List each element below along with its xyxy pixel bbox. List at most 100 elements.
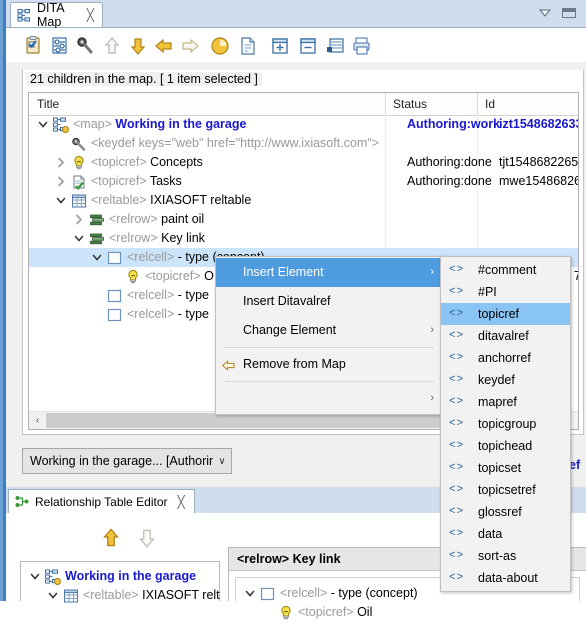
minimize-icon[interactable] [562, 8, 576, 18]
new-topic-icon[interactable] [236, 34, 260, 58]
list-item[interactable]: <topicref> Oil [236, 603, 579, 622]
tree-node-label: <keydef keys="web" href="http://www.ixia… [91, 134, 379, 153]
list-item[interactable]: <reltable> IXIASOFT relt [21, 586, 220, 605]
menu-item-insert-element[interactable]: Insert Element › [216, 258, 443, 287]
relcell-icon [260, 586, 276, 602]
move-up-icon[interactable] [100, 34, 124, 58]
tab-dita-map[interactable]: DITA Map ╳ [10, 1, 103, 29]
menu-item-label: Remove from Map [243, 357, 346, 371]
submenu-item-topicset[interactable]: <> topicset [441, 457, 570, 479]
promote-left-icon[interactable] [152, 34, 176, 58]
table-row[interactable]: <keydef keys="web" href="http://www.ixia… [29, 134, 578, 153]
refresh-clock-icon[interactable] [208, 34, 232, 58]
cell-id: izt1548682633… [499, 117, 578, 131]
menu-item-insert-ditavalref[interactable]: Insert Ditavalref [216, 287, 443, 316]
column-header-id[interactable]: Id [477, 93, 578, 115]
column-header-status[interactable]: Status [385, 93, 477, 115]
reltable-icon [63, 588, 79, 604]
tree-node-label: <topicref> Tasks [91, 172, 182, 191]
map-selector[interactable]: Working in the garage... [Authoring· ∨ [22, 448, 232, 474]
element-brackets-icon: <> [449, 286, 465, 298]
validate-map-icon[interactable] [22, 34, 46, 58]
tree-node-label: <reltable> IXIASOFT reltable [91, 191, 251, 210]
scroll-left-button[interactable]: ‹ [29, 412, 46, 429]
submenu-item-mapref[interactable]: <> mapref [441, 391, 570, 413]
node-title: Oil [357, 605, 373, 619]
close-icon[interactable]: ╳ [178, 496, 185, 508]
table-row[interactable]: <reltable> IXIASOFT reltable [29, 191, 578, 210]
chevron-right-icon[interactable] [73, 213, 85, 226]
tree-node-label: <relrow> paint oil [109, 210, 204, 229]
submenu-item-sort-as[interactable]: <> sort-as [441, 545, 570, 567]
submenu-item-pi[interactable]: <> #PI [441, 281, 570, 303]
table-row[interactable]: <topicref> Tasks Authoring:done mwe1548682… [29, 172, 578, 191]
chevron-down-icon[interactable] [55, 194, 67, 207]
move-up-icon[interactable] [98, 525, 124, 554]
submenu-item-label: topicref [478, 307, 519, 321]
remove-arrow-icon [220, 356, 238, 373]
relcell-icon [107, 288, 123, 304]
chevron-right-icon[interactable] [55, 175, 67, 188]
search-key-icon[interactable] [74, 34, 98, 58]
context-menu[interactable]: Insert Element › Insert Ditavalref Chang… [215, 256, 444, 415]
table-row[interactable]: <relrow> Key link [29, 229, 578, 248]
submenu-item-label: sort-as [478, 549, 517, 563]
chevron-right-icon[interactable] [55, 156, 67, 169]
reorder-buttons [98, 525, 168, 551]
submenu-item-topicgroup[interactable]: <> topicgroup [441, 413, 570, 435]
move-down-icon[interactable] [126, 34, 150, 58]
cell-status: Authoring:done [407, 155, 492, 169]
submenu-item-ditavalref[interactable]: <> ditavalref [441, 325, 570, 347]
move-down-icon[interactable] [134, 525, 160, 554]
insert-row-icon[interactable] [324, 34, 348, 58]
submenu-item-label: #comment [478, 263, 537, 277]
column-header-title[interactable]: Title [29, 93, 385, 115]
node-title: Working in the garage [115, 117, 247, 131]
chevron-down-icon[interactable] [244, 587, 256, 600]
demote-right-icon[interactable] [178, 34, 202, 58]
list-item[interactable]: Working in the garage [21, 567, 219, 586]
submenu-item-label: topicsetref [478, 483, 536, 497]
chevron-down-icon[interactable] [29, 570, 41, 583]
submenu-item-topicsetref[interactable]: <> topicsetref [441, 479, 570, 501]
submenu-item-topichead[interactable]: <> topichead [441, 435, 570, 457]
tab-relationship-table-editor[interactable]: Relationship Table Editor ╳ [8, 489, 195, 513]
print-icon[interactable] [350, 34, 374, 58]
submenu-item-anchorref[interactable]: <> anchorref [441, 347, 570, 369]
menu-item-label: Insert Ditavalref [243, 294, 331, 308]
filter-icon[interactable] [48, 34, 72, 58]
submenu-item-comment[interactable]: <> #comment [441, 259, 570, 281]
insert-element-submenu[interactable]: <> #comment <> #PI <> topicref <> ditavalref <> a… [440, 256, 571, 592]
chevron-down-icon[interactable] [91, 251, 103, 264]
chevron-down-icon[interactable] [73, 232, 85, 245]
chevron-down-icon[interactable]: ∨ [213, 456, 231, 467]
node-title: - type [177, 307, 209, 321]
submenu-item-data[interactable]: <> data [441, 523, 570, 545]
menu-item-oxygen-editor[interactable]: › [216, 384, 443, 413]
chevron-down-icon[interactable] [538, 7, 552, 17]
chevron-down-icon[interactable] [37, 118, 49, 131]
element-brackets-icon: <> [449, 330, 465, 342]
collapse-all-icon[interactable] [296, 34, 320, 58]
submenu-item-keydef[interactable]: <> keydef [441, 369, 570, 391]
chevron-down-icon[interactable] [47, 589, 59, 602]
element-tag: <relcell> [127, 307, 175, 321]
table-row[interactable]: <map> Working in the garage Authoring:wor… [29, 115, 578, 134]
map-combo[interactable]: Working in the garage... [Authoring· ∨ [22, 448, 232, 474]
menu-item-remove-from-map[interactable]: Remove from Map [216, 350, 443, 379]
element-brackets-icon: <> [449, 572, 465, 584]
tree-node-label: Working in the garage [65, 567, 196, 586]
node-title: Key link [161, 231, 205, 245]
chevron-right-icon: › [430, 324, 434, 336]
menu-item-change-element[interactable]: Change Element › [216, 316, 443, 345]
table-row[interactable]: <topicref> Concepts Authoring:done tjt1548… [29, 153, 578, 172]
submenu-item-glossref[interactable]: <> glossref [441, 501, 570, 523]
relationship-left-tree[interactable]: Working in the garage <reltable> IXIASOFT… [20, 561, 220, 603]
submenu-item-topicref[interactable]: <> topicref [441, 303, 570, 325]
relationship-table-icon [15, 495, 29, 509]
expand-all-icon[interactable] [268, 34, 292, 58]
close-icon[interactable]: ╳ [87, 9, 94, 21]
table-row[interactable]: <relrow> paint oil [29, 210, 578, 229]
menu-item-label: Insert Element [243, 265, 324, 279]
submenu-item-data-about[interactable]: <> data-about [441, 567, 570, 589]
